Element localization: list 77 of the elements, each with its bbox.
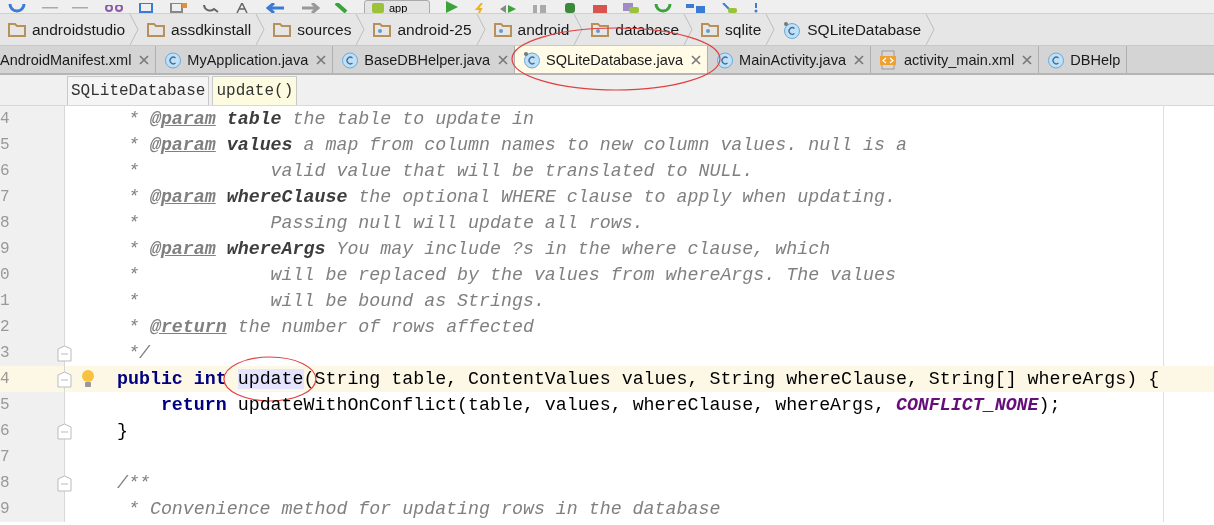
line-number: 4 xyxy=(0,370,10,388)
stop-icon[interactable] xyxy=(592,5,609,13)
close-icon[interactable] xyxy=(1022,54,1033,65)
sync-icon[interactable] xyxy=(654,4,673,13)
line-number: 1 xyxy=(0,292,10,310)
fold-marker-icon[interactable] xyxy=(57,344,72,362)
scissors-icon[interactable] xyxy=(104,5,124,13)
paste-icon[interactable] xyxy=(170,3,188,13)
class-icon xyxy=(164,50,183,69)
folder-icon xyxy=(8,22,26,37)
code-line: * @param whereArgs You may include ?s in the where clause, which xyxy=(126,239,831,259)
breadcrumb-item[interactable]: sqlite xyxy=(693,14,766,45)
structure-breadcrumb[interactable]: SQLiteDatabase xyxy=(67,76,210,105)
code-line: * @return the number of rows affected xyxy=(126,317,534,337)
code-line: * will be bound as Strings. xyxy=(126,291,545,311)
folder-icon xyxy=(273,22,292,37)
breadcrumb-item[interactable]: assdkinstall xyxy=(139,14,256,45)
close-icon[interactable] xyxy=(853,54,864,65)
line-number: 9 xyxy=(0,240,10,258)
class-icon xyxy=(523,50,541,69)
code-line: return updateWithOnConflict(table, values, whereClause, whereArgs, CONFLICT_NONE); xyxy=(159,395,1061,415)
line-number: 3 xyxy=(0,344,10,362)
sync-icon[interactable] xyxy=(8,4,26,13)
layout-file-icon xyxy=(878,49,899,70)
file-tab[interactable]: AndroidManifest.xml xyxy=(0,46,157,73)
breadcrumb-item[interactable]: SQLiteDatabase xyxy=(775,14,926,45)
download-icon[interactable] xyxy=(720,3,739,13)
device-icon[interactable] xyxy=(622,3,641,13)
fold-marker-icon[interactable] xyxy=(57,370,72,388)
class-icon xyxy=(1047,50,1066,69)
file-tab[interactable]: SQLiteDatabase.java xyxy=(515,46,709,73)
fold-marker-icon[interactable] xyxy=(57,474,72,492)
code-line: /** xyxy=(117,473,150,493)
class-icon xyxy=(783,20,802,39)
code-line: * valid value that will be translated to NULL. xyxy=(126,161,754,181)
package-folder-icon xyxy=(493,22,512,37)
breadcrumb-item[interactable]: sources xyxy=(265,14,356,45)
breadcrumb-item[interactable]: android-25 xyxy=(365,14,476,45)
package-folder-icon xyxy=(373,22,392,37)
line-number: 4 xyxy=(0,110,10,128)
line-number: 8 xyxy=(0,214,10,232)
structure-breadcrumb[interactable]: update() xyxy=(212,76,298,105)
package-folder-icon xyxy=(591,22,610,37)
line-number: 8 xyxy=(0,474,10,492)
folder-icon xyxy=(147,22,166,37)
code-line: * @param table the table to update in xyxy=(126,109,534,129)
line-number: 7 xyxy=(0,188,10,206)
breadcrumb-item[interactable]: androidstudio xyxy=(0,14,130,45)
line-number: 5 xyxy=(0,136,10,154)
line-number: 6 xyxy=(0,162,10,180)
line-number: 6 xyxy=(0,422,10,440)
code-line: * @param whereClause the optional WHERE clause to apply when updating. xyxy=(126,187,896,207)
line-number: 9 xyxy=(0,500,10,518)
close-icon[interactable] xyxy=(139,54,150,65)
close-icon[interactable] xyxy=(691,54,702,65)
line-number: 2 xyxy=(0,318,10,336)
fold-marker-icon[interactable] xyxy=(57,422,72,440)
code-line: * will be replaced by the values from whereArgs. The values xyxy=(126,265,896,285)
package-folder-icon xyxy=(701,22,720,37)
class-icon xyxy=(341,50,360,69)
line-number: 0 xyxy=(0,266,10,284)
line-number: 5 xyxy=(0,396,10,414)
class-icon xyxy=(716,50,735,69)
close-icon[interactable] xyxy=(316,54,327,65)
code-line: * @param values a map from column names to new column values. null is a xyxy=(126,135,907,155)
android-icon xyxy=(371,3,385,13)
breadcrumb-item[interactable]: android xyxy=(485,14,574,45)
code-line: * Passing null will update all rows. xyxy=(126,213,644,233)
pause-icon[interactable] xyxy=(532,5,549,13)
copy-icon[interactable] xyxy=(138,3,156,13)
layout-icon[interactable] xyxy=(686,4,707,13)
line-number: 7 xyxy=(0,448,10,466)
code-line: } xyxy=(117,421,128,441)
lightbulb-icon[interactable] xyxy=(81,369,95,389)
close-icon[interactable] xyxy=(498,54,508,65)
code-line: */ xyxy=(126,343,150,363)
code-line: * Convenience method for updating rows in the database xyxy=(126,499,721,519)
